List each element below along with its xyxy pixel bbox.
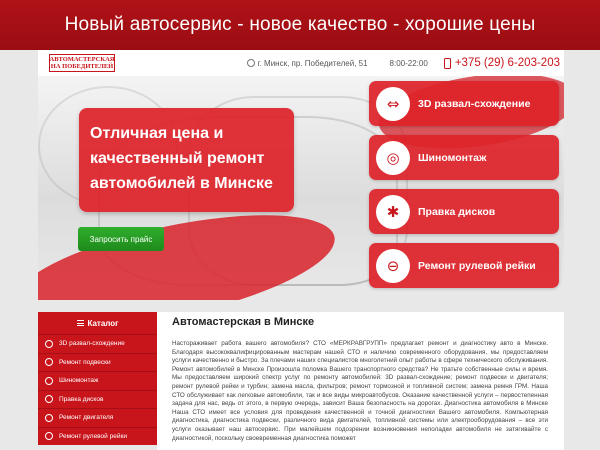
tire-icon (45, 376, 53, 385)
wheel-alignment-icon (45, 339, 53, 348)
working-hours: 8:00-22:00 (389, 58, 428, 68)
sidebar-item-label: Правка дисков (59, 395, 104, 403)
wheel-alignment-icon: ⇔ (376, 86, 410, 121)
address-text: г. Минск, пр. Победителей, 51 (257, 58, 368, 68)
sidebar-item-label: Ремонт рулевой рейки (59, 432, 127, 440)
catalog-sidebar: Каталог 3D развал-схождение Ремонт подве… (38, 312, 157, 450)
request-price-button[interactable]: Запросить прайс (78, 227, 164, 251)
sidebar-item-label: 3D развал-схождение (59, 340, 125, 348)
sidebar-item-wheel-alignment[interactable]: 3D развал-схождение (38, 334, 157, 353)
hero-banner: Отличная цена и качественный ремонт авто… (38, 76, 564, 300)
page-title: Автомастерская в Минске (172, 316, 315, 328)
service-label: Правка дисков (418, 205, 496, 218)
sidebar-item-suspension[interactable]: Ремонт подвески (38, 352, 157, 371)
logo-line-1: АВТОМАСТЕРСКАЯ (49, 56, 115, 63)
phone-number[interactable]: +375 (29) 6-203-203 (455, 57, 560, 69)
banner-title: Новый автосервис - новое качество - хоро… (64, 14, 536, 35)
location-pin-icon (246, 59, 255, 67)
service-wheel-alignment[interactable]: ⇔ 3D развал-схождение (369, 81, 559, 126)
rim-icon: ✱ (376, 194, 410, 229)
service-label: Ремонт рулевой рейки (418, 259, 536, 272)
address: г. Минск, пр. Победителей, 51 (246, 58, 368, 68)
sidebar-item-engine[interactable]: Ремонт двигателя (38, 408, 157, 427)
main-content: Автомастерская в Минске Настораживает ра… (157, 312, 564, 450)
steering-wheel-icon: ⊖ (376, 248, 410, 283)
catalog-title: Каталог (87, 318, 119, 328)
phone[interactable]: +375 (29) 6-203-203 (443, 57, 560, 69)
promo-line-1: Отличная цена и (90, 125, 224, 142)
sidebar-item-tire-fitting[interactable]: Шиномонтаж (38, 371, 157, 390)
tire-icon: ◎ (376, 140, 410, 175)
sidebar-item-label: Шиномонтаж (59, 377, 99, 385)
promo-box: Отличная цена и качественный ремонт авто… (79, 108, 294, 212)
engine-icon (45, 413, 53, 422)
page: Новый автосервис - новое качество - хоро… (0, 0, 600, 450)
service-tire-fitting[interactable]: ◎ Шиномонтаж (369, 135, 559, 180)
service-steering-rack[interactable]: ⊖ Ремонт рулевой рейки (369, 243, 559, 288)
rim-icon (45, 395, 53, 404)
top-banner: Новый автосервис - новое качество - хоро… (0, 0, 600, 50)
article-text: Настораживает работа вашего автомобиля? … (172, 340, 548, 442)
sidebar-item-label: Ремонт подвески (59, 358, 111, 366)
logo-line-2: НА ПОБЕДИТЕЛЕЙ (50, 63, 114, 70)
service-rim-repair[interactable]: ✱ Правка дисков (369, 189, 559, 234)
promo-line-2: качественный ремонт (90, 150, 265, 167)
site-logo[interactable]: АВТОМАСТЕРСКАЯ НА ПОБЕДИТЕЛЕЙ (49, 54, 115, 72)
menu-icon (76, 320, 84, 326)
service-label: 3D развал-схождение (418, 97, 531, 110)
sidebar-item-steering-rack[interactable]: Ремонт рулевой рейки (38, 426, 157, 445)
steering-wheel-icon (45, 432, 53, 441)
sidebar-item-label: Ремонт двигателя (59, 414, 114, 422)
service-label: Шиномонтаж (418, 151, 487, 164)
suspension-icon (45, 358, 53, 367)
promo-line-3: автомобилей в Минске (90, 175, 273, 192)
site-header: АВТОМАСТЕРСКАЯ НА ПОБЕДИТЕЛЕЙ г. Минск, … (38, 50, 564, 76)
sidebar-item-rim-repair[interactable]: Правка дисков (38, 389, 157, 408)
mobile-phone-icon (443, 57, 451, 69)
service-list: ⇔ 3D развал-схождение ◎ Шиномонтаж ✱ Пра… (369, 81, 559, 297)
catalog-header: Каталог (38, 312, 157, 334)
